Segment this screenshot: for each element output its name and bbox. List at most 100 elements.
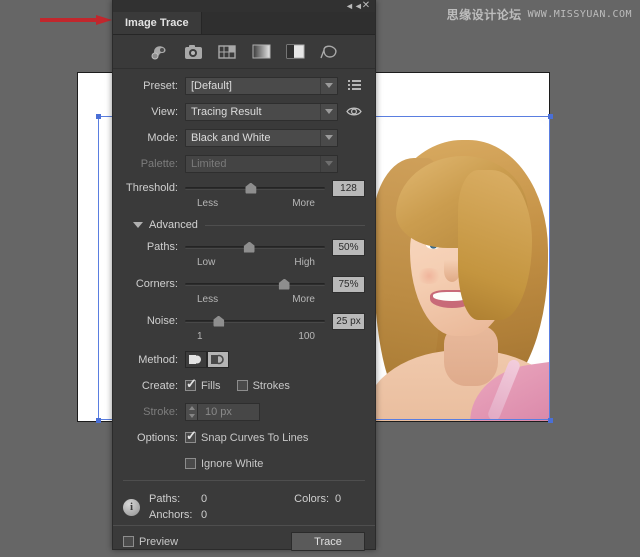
- trace-info-section: i Paths: 0 Colors: 0 Anchors: 0: [123, 487, 365, 525]
- eye-icon[interactable]: [343, 106, 365, 117]
- outline-icon[interactable]: [319, 43, 339, 61]
- trace-preset-icon-row[interactable]: [113, 35, 375, 69]
- options-label: Options:: [123, 432, 185, 444]
- palette-select: Limited: [185, 155, 338, 173]
- chevron-down-icon[interactable]: [320, 104, 337, 120]
- low-color-icon[interactable]: [217, 43, 237, 61]
- panel-titlebar[interactable]: ◄◄ ✕: [113, 0, 375, 12]
- noise-value[interactable]: 25 px: [332, 313, 365, 330]
- preset-label: Preset:: [123, 80, 185, 92]
- mode-row: Mode: Black and White: [123, 127, 365, 148]
- create-strokes-label: Strokes: [253, 380, 290, 392]
- image-trace-panel[interactable]: ◄◄ ✕ Image Trace: [112, 0, 376, 550]
- paths-row: Paths: 50%: [123, 238, 365, 256]
- info-grid: Paths: 0 Colors: 0 Anchors: 0: [149, 491, 365, 523]
- paths-value[interactable]: 50%: [332, 239, 365, 256]
- create-row: Create: ✓ Fills Strokes: [123, 375, 365, 396]
- advanced-section-toggle[interactable]: Advanced: [133, 216, 365, 234]
- check-icon: ✓: [186, 377, 197, 390]
- corners-row: Corners: 75%: [123, 275, 365, 293]
- trace-button-label: Trace: [314, 536, 342, 548]
- trace-button[interactable]: Trace: [291, 532, 365, 551]
- mode-select[interactable]: Black and White: [185, 129, 338, 147]
- corners-scale: Less More: [185, 294, 365, 305]
- stroke-stepper: 10 px: [185, 403, 260, 421]
- checkbox-box[interactable]: [123, 536, 134, 547]
- chevron-down-icon[interactable]: [320, 130, 337, 146]
- panel-body: Preset: [Default] View: Tracing Result: [113, 69, 375, 525]
- panel-tab-bar[interactable]: Image Trace: [113, 12, 375, 35]
- chevron-down-icon: [320, 156, 337, 172]
- high-color-photo-icon[interactable]: [183, 43, 203, 61]
- checkbox-box[interactable]: ✓: [185, 432, 196, 443]
- noise-max-label: 100: [298, 331, 315, 342]
- chevron-down-icon[interactable]: [320, 78, 337, 94]
- noise-slider[interactable]: [185, 312, 325, 330]
- checkbox-box[interactable]: ✓: [185, 380, 196, 391]
- stroke-row: Stroke: 10 px: [123, 401, 365, 422]
- threshold-row: Threshold: 128: [123, 179, 365, 197]
- info-paths-value: 0: [201, 493, 247, 505]
- threshold-value[interactable]: 128: [332, 180, 365, 197]
- tab-image-trace[interactable]: Image Trace: [113, 12, 202, 34]
- threshold-label: Threshold:: [123, 182, 185, 194]
- watermark-url-text: WWW.MISSYUAN.COM: [528, 9, 632, 20]
- paths-label: Paths:: [123, 241, 185, 253]
- preview-checkbox[interactable]: Preview: [123, 536, 178, 548]
- info-divider: [123, 480, 365, 481]
- grayscale-icon[interactable]: [251, 43, 271, 61]
- stepper-down-icon: [186, 412, 197, 420]
- view-row: View: Tracing Result: [123, 101, 365, 122]
- advanced-label: Advanced: [149, 219, 198, 231]
- threshold-thumb[interactable]: [245, 183, 256, 194]
- checkbox-box[interactable]: [185, 458, 196, 469]
- black-and-white-icon[interactable]: [285, 43, 305, 61]
- info-anchors-label: Anchors:: [149, 509, 201, 521]
- preset-select[interactable]: [Default]: [185, 77, 338, 95]
- corners-value[interactable]: 75%: [332, 276, 365, 293]
- palette-row: Palette: Limited: [123, 153, 365, 174]
- threshold-slider[interactable]: [185, 179, 325, 197]
- hair-fringe: [458, 170, 532, 320]
- corners-thumb[interactable]: [279, 279, 290, 290]
- auto-color-icon[interactable]: [149, 43, 169, 61]
- corners-max-label: More: [292, 294, 315, 305]
- advanced-divider: [205, 225, 365, 226]
- mode-value: Black and White: [191, 132, 270, 144]
- option-snap-curves-checkbox[interactable]: ✓ Snap Curves To Lines: [185, 432, 308, 444]
- close-icon[interactable]: ✕: [360, 1, 372, 11]
- create-label: Create:: [123, 380, 185, 392]
- create-fills-checkbox[interactable]: ✓ Fills: [185, 380, 221, 392]
- method-overlapping-button[interactable]: [207, 351, 229, 368]
- paths-slider[interactable]: [185, 238, 325, 256]
- chevron-down-icon[interactable]: [133, 222, 143, 228]
- create-strokes-checkbox[interactable]: Strokes: [237, 380, 290, 392]
- panel-menu-icon[interactable]: [343, 80, 365, 91]
- info-colors-value: 0: [335, 493, 365, 505]
- method-button-group[interactable]: [185, 351, 229, 368]
- panel-footer: Preview Trace: [113, 525, 375, 557]
- stroke-spinner: [185, 403, 198, 421]
- check-icon: ✓: [186, 429, 197, 442]
- view-select[interactable]: Tracing Result: [185, 103, 338, 121]
- method-row: Method:: [123, 349, 365, 370]
- preview-label: Preview: [139, 536, 178, 548]
- mode-label: Mode:: [123, 132, 185, 144]
- info-icon: i: [123, 499, 140, 516]
- corners-min-label: Less: [197, 294, 218, 305]
- watermark: 思缘设计论坛 WWW.MISSYUAN.COM: [447, 6, 632, 23]
- threshold-scale: Less More: [185, 198, 365, 209]
- method-label: Method:: [123, 354, 185, 366]
- option-snap-curves-label: Snap Curves To Lines: [201, 432, 308, 444]
- noise-thumb[interactable]: [213, 316, 224, 327]
- checkbox-box[interactable]: [237, 380, 248, 391]
- collapse-panel-icon[interactable]: ◄◄: [345, 1, 357, 11]
- corners-label: Corners:: [123, 278, 185, 290]
- paths-thumb[interactable]: [244, 242, 255, 253]
- corners-slider[interactable]: [185, 275, 325, 293]
- portrait-photo[interactable]: [372, 118, 550, 421]
- method-abutting-button[interactable]: [185, 351, 207, 368]
- corners-track: [185, 283, 325, 286]
- option-ignore-white-checkbox[interactable]: Ignore White: [185, 458, 263, 470]
- threshold-max-label: More: [292, 198, 315, 209]
